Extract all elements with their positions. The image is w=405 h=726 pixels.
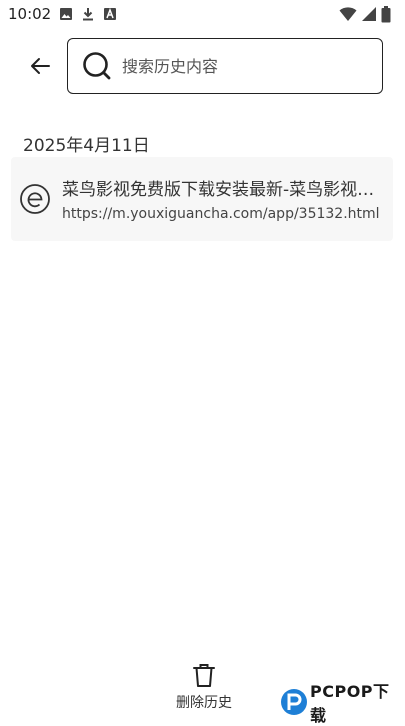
- trash-icon: [191, 662, 217, 688]
- download-icon: [81, 7, 95, 21]
- status-left: 10:02: [8, 5, 117, 23]
- watermark: PCPOP下载: [280, 682, 405, 725]
- search-icon: [82, 51, 112, 81]
- signal-icon: [361, 6, 377, 22]
- delete-history-button[interactable]: 删除历史: [166, 662, 242, 714]
- status-time: 10:02: [8, 5, 52, 23]
- battery-icon: [381, 5, 391, 23]
- status-bar: 10:02: [0, 0, 405, 28]
- browser-e-icon: [19, 183, 51, 215]
- delete-history-label: 删除历史: [176, 695, 232, 711]
- back-button[interactable]: [22, 48, 58, 84]
- history-item-url: https://m.youxiguancha.com/app/35132.htm…: [62, 206, 380, 222]
- font-a-icon: [103, 7, 117, 21]
- watermark-text: PCPOP下载: [310, 682, 390, 725]
- history-date-header: 2025年4月11日: [23, 136, 150, 156]
- back-arrow-icon: [31, 58, 50, 74]
- image-icon: [59, 7, 73, 21]
- pcpop-logo-icon: [280, 688, 308, 716]
- wifi-icon: [339, 6, 357, 22]
- history-item-title: 菜鸟影视免费版下载安装最新-菜鸟影视免费版下载安装: [62, 180, 380, 200]
- status-right: [339, 5, 391, 23]
- search-input[interactable]: [120, 55, 374, 77]
- history-item[interactable]: 菜鸟影视免费版下载安装最新-菜鸟影视免费版下载安装 https://m.youx…: [11, 157, 393, 241]
- top-bar: [0, 38, 405, 96]
- search-box[interactable]: [67, 38, 383, 94]
